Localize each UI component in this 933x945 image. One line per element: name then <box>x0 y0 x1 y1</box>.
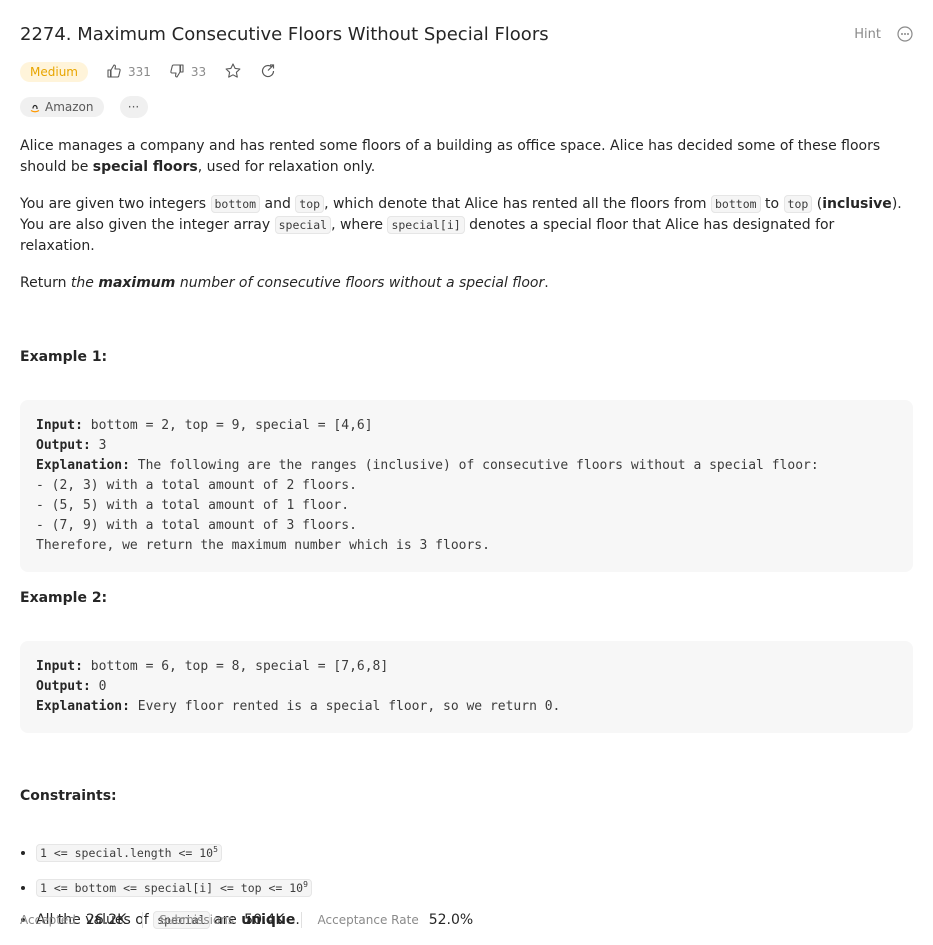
example-1-title: Example 1: <box>20 349 108 365</box>
submission-stats: Accepted 26.2K Submissions 50.4K Accepta… <box>20 912 505 928</box>
accepted-stat: Accepted 26.2K <box>20 912 144 928</box>
acceptance-rate-stat: Acceptance Rate 52.0% <box>318 912 490 928</box>
problem-title: 2274. Maximum Consecutive Floors Without… <box>20 23 549 45</box>
description-paragraph-1: Alice manages a company and has rented s… <box>20 138 881 175</box>
more-options-icon[interactable] <box>897 26 913 42</box>
amazon-icon <box>30 102 40 113</box>
submissions-label: Submissions <box>159 913 235 927</box>
example-1-block: Input: bottom = 2, top = 9, special = [4… <box>20 400 913 572</box>
tag-row: Amazon ··· <box>20 95 148 119</box>
share-icon <box>260 63 276 82</box>
acceptance-rate-value: 52.0% <box>428 912 474 928</box>
more-tags-button[interactable]: ··· <box>119 96 148 118</box>
dislike-button[interactable]: 33 <box>169 63 206 82</box>
problem-description-panel: 2274. Maximum Consecutive Floors Without… <box>0 0 933 945</box>
like-button[interactable]: 331 <box>106 63 151 82</box>
description-paragraph-2: You are given two integers bottom and to… <box>20 195 902 254</box>
acceptance-rate-label: Acceptance Rate <box>317 913 419 927</box>
constraint-item: 1 <= bottom <= special[i] <= top <= 109 <box>36 874 913 899</box>
accepted-value: 26.2K <box>85 912 127 928</box>
title-row: 2274. Maximum Consecutive Floors Without… <box>20 22 913 46</box>
company-tag-label: Amazon <box>45 100 94 114</box>
difficulty-badge: Medium <box>20 62 88 82</box>
accepted-label: Accepted <box>20 913 76 927</box>
dislike-count: 33 <box>190 65 207 79</box>
submissions-stat: Submissions 50.4K <box>159 912 302 928</box>
constraint-item: 1 <= special.length <= 105 <box>36 839 913 864</box>
hint-button[interactable]: Hint <box>854 27 881 42</box>
example-2-block: Input: bottom = 6, top = 8, special = [7… <box>20 641 913 733</box>
company-tag-amazon[interactable]: Amazon <box>20 97 104 117</box>
like-count: 331 <box>127 65 151 79</box>
thumbs-up-icon <box>106 63 122 82</box>
share-button[interactable] <box>260 63 276 82</box>
description-paragraph-3: Return the maximum number of consecutive… <box>20 275 549 291</box>
star-icon <box>224 62 242 83</box>
title-actions: Hint <box>854 26 913 42</box>
meta-row: Medium 331 33 <box>20 59 276 85</box>
submissions-value: 50.4K <box>244 912 285 928</box>
problem-content: Alice manages a company and has rented s… <box>20 136 913 941</box>
constraints-title: Constraints: <box>20 788 117 804</box>
example-2-title: Example 2: <box>20 590 108 606</box>
favorite-button[interactable] <box>224 62 242 83</box>
thumbs-down-icon <box>169 63 185 82</box>
